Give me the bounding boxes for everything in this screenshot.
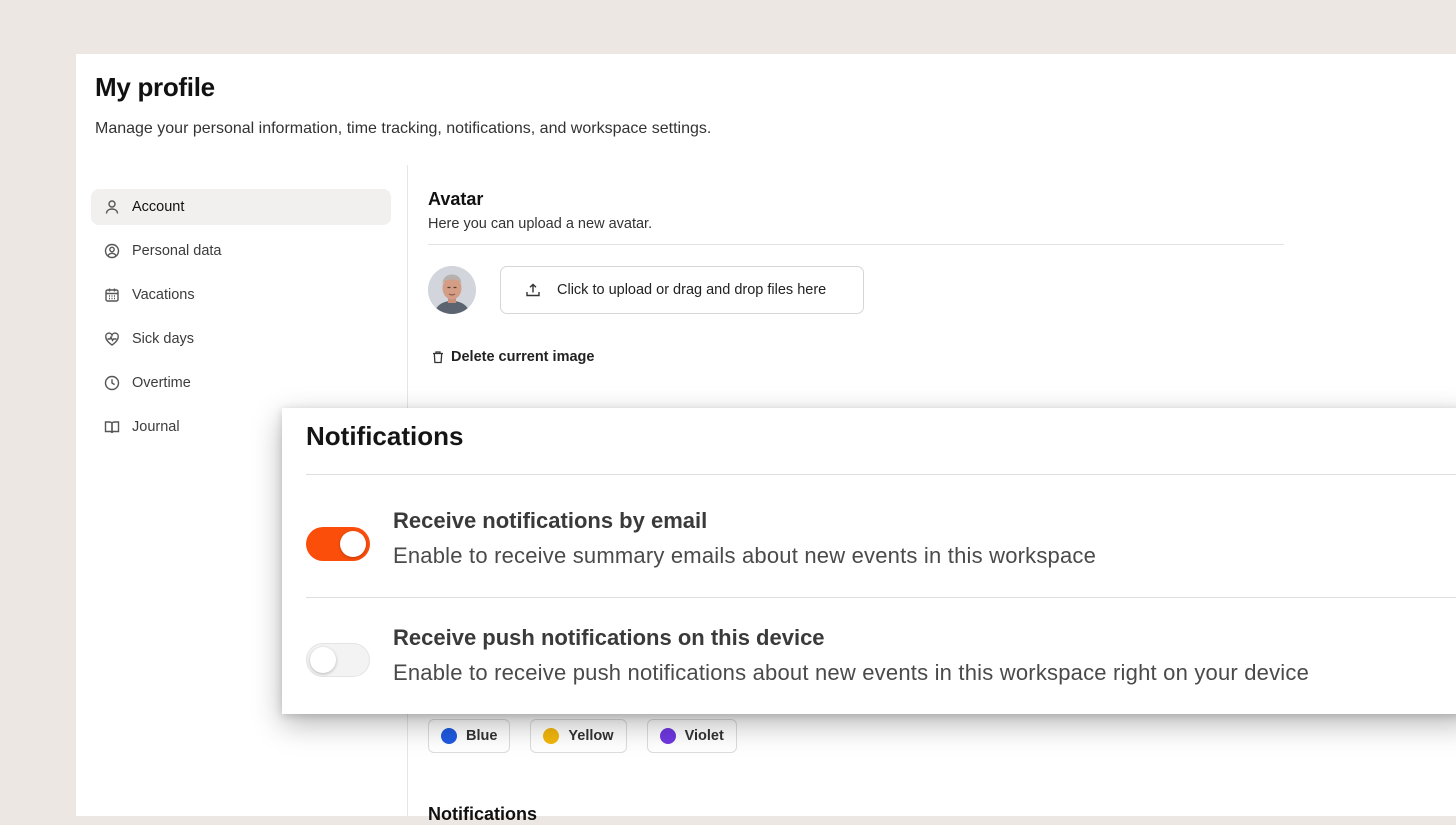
sidebar-item-vacations[interactable]: Vacations [91, 277, 391, 313]
toggle-knob [340, 531, 366, 557]
user-circle-icon [104, 243, 120, 259]
color-option-label: Blue [466, 728, 498, 744]
violet-swatch-icon [659, 728, 676, 744]
upload-label: Click to upload or drag and drop files h… [557, 282, 827, 298]
color-option-yellow[interactable]: Yellow [530, 719, 627, 753]
sidebar-item-personal-data[interactable]: Personal data [91, 233, 391, 269]
sidebar-item-label: Vacations [132, 287, 195, 303]
push-notifications-toggle[interactable] [306, 643, 370, 677]
sidebar-item-label: Personal data [132, 243, 222, 259]
sidebar-item-account[interactable]: Account [91, 189, 391, 225]
sidebar-item-label: Overtime [132, 375, 191, 391]
sidebar-item-label: Journal [132, 419, 180, 435]
push-notification-title: Receive push notifications on this devic… [393, 625, 825, 650]
panel-divider [306, 597, 1456, 598]
email-notification-description: Enable to receive summary emails about n… [393, 543, 1097, 568]
color-option-violet[interactable]: Violet [646, 719, 737, 753]
section-divider [428, 244, 1284, 245]
delete-image-button[interactable]: Delete current image [431, 349, 594, 365]
sidebar-item-label: Sick days [132, 331, 195, 347]
notifications-zoom-panel: Notifications Receive notifications by e… [282, 408, 1456, 714]
email-notifications-toggle[interactable] [306, 527, 370, 561]
avatar-section-title: Avatar [428, 189, 484, 209]
sidebar-item-sick-days[interactable]: Sick days [91, 321, 391, 357]
notifications-panel-title: Notifications [306, 421, 464, 451]
heart-pulse-icon [104, 331, 120, 347]
upload-icon [525, 282, 541, 298]
color-option-blue[interactable]: Blue [428, 719, 511, 753]
clock-icon [104, 375, 120, 391]
calendar-icon [104, 287, 120, 303]
push-notification-description: Enable to receive push notifications abo… [393, 660, 1310, 685]
blue-swatch-icon [441, 728, 457, 744]
trash-icon [431, 350, 445, 364]
toggle-knob [310, 647, 336, 673]
page-title: My profile [95, 72, 215, 102]
user-icon [104, 199, 120, 215]
sidebar-item-overtime[interactable]: Overtime [91, 365, 391, 401]
avatar-section-description: Here you can upload a new avatar. [428, 216, 653, 232]
delete-label: Delete current image [451, 349, 595, 365]
account-main: Avatar Here you can upload a new avatar.… [428, 189, 1284, 824]
sidebar-item-label: Account [132, 199, 185, 215]
color-option-label: Violet [684, 728, 724, 744]
book-icon [104, 419, 120, 435]
upload-avatar-button[interactable]: Click to upload or drag and drop files h… [500, 266, 864, 314]
color-option-label: Yellow [568, 728, 614, 744]
panel-divider [306, 474, 1456, 475]
color-options: Blue Yellow Violet [428, 719, 737, 753]
yellow-swatch-icon [543, 728, 560, 744]
email-notification-title: Receive notifications by email [393, 508, 708, 533]
notifications-section-title: Notifications [428, 804, 538, 824]
avatar [428, 266, 476, 314]
page-subtitle: Manage your personal information, time t… [95, 120, 712, 137]
